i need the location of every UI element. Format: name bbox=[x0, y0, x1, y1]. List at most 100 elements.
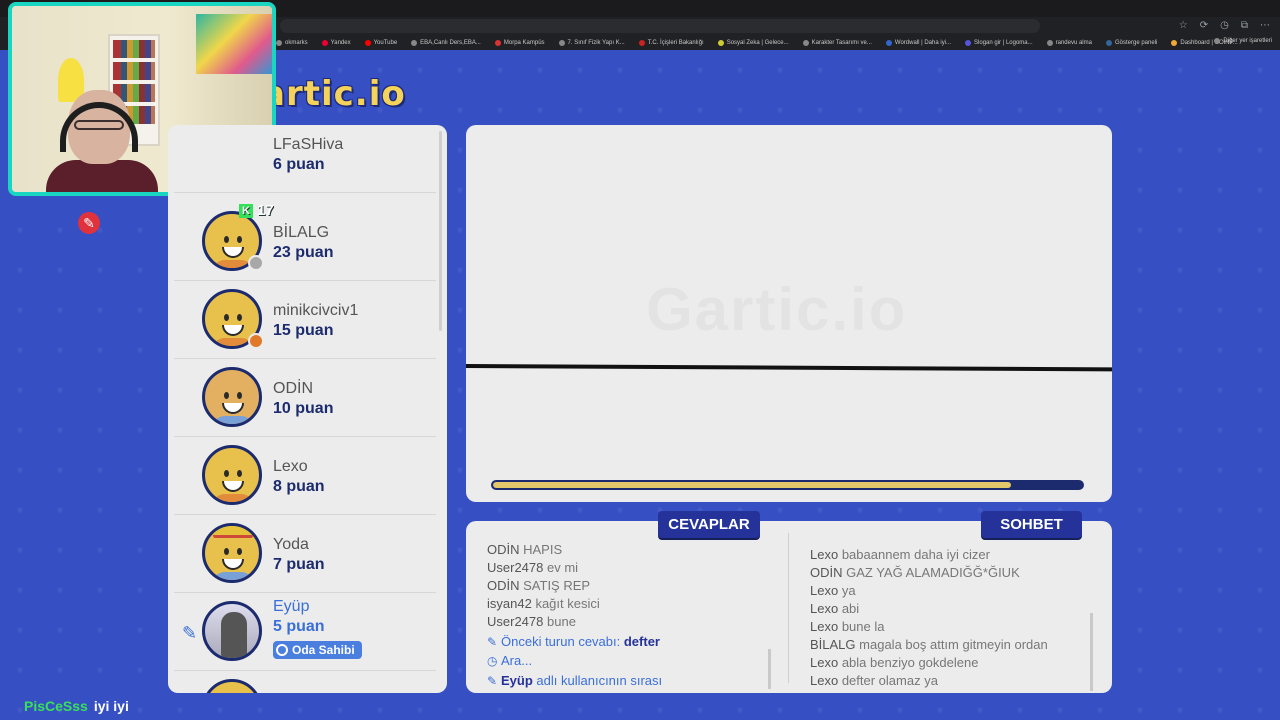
avatar-eye bbox=[224, 548, 229, 555]
shelf-row bbox=[113, 62, 155, 80]
panel-divider bbox=[788, 533, 789, 683]
streamer-body bbox=[46, 160, 158, 192]
bookmark[interactable]: Sosyal Zeka | Gelece... bbox=[717, 40, 789, 46]
shelf-row bbox=[113, 40, 155, 58]
chat-message: ODİN GAZ YAĞ ALAMADIĞĞ*ĞIUK bbox=[810, 565, 1020, 580]
chat-message: Lexo bune la bbox=[810, 619, 885, 634]
pencil-badge-icon: ✎ bbox=[78, 212, 100, 234]
chat-message: BİLALG magala boş attım gitmeyin ordan bbox=[810, 637, 1048, 652]
answers-chat-panel: ODİN HAPIS User2478 ev mi ODİN SATIŞ REP… bbox=[466, 521, 1112, 693]
refresh-icon[interactable]: ⟳ bbox=[1200, 20, 1208, 31]
avatar-mouth bbox=[222, 559, 244, 570]
player-score: 23 puan bbox=[273, 244, 334, 261]
drawn-line bbox=[466, 364, 1112, 372]
webcam-poster bbox=[196, 14, 272, 74]
player-row[interactable]: ODİN 10 puan bbox=[174, 359, 436, 437]
bookmark-icon bbox=[802, 40, 809, 46]
other-bookmarks[interactable]: Diğer yer işaretleri bbox=[1214, 38, 1272, 44]
avatar-shirt bbox=[211, 416, 255, 424]
avatar-eye bbox=[224, 392, 229, 399]
player-row[interactable]: Yoda 7 puan bbox=[174, 515, 436, 593]
bookmark[interactable]: randevu alma bbox=[1046, 40, 1092, 46]
pencil-icon: ✎ bbox=[487, 635, 498, 649]
avatar-eye bbox=[237, 236, 242, 243]
avatar-mouth bbox=[222, 247, 244, 258]
player-score: 10 puan bbox=[273, 400, 334, 417]
bookmark[interactable]: Morpa Kampüs bbox=[494, 40, 545, 46]
player-name: Eyüp bbox=[273, 598, 310, 615]
drawing-canvas[interactable]: Gartic.io bbox=[466, 125, 1112, 502]
player-row[interactable]: BİLALG 23 puan bbox=[174, 203, 436, 281]
player-avatar bbox=[202, 679, 262, 693]
combo-count: 17 bbox=[257, 202, 274, 219]
answers-scrollbar[interactable] bbox=[768, 649, 771, 689]
player-row-drawing[interactable]: ✎ Eyüp 5 puan Oda Sahibi bbox=[174, 593, 436, 671]
answer-item: User2478 bune bbox=[487, 614, 576, 629]
chat-message: Lexo babaannem daha iyi cizer bbox=[810, 547, 990, 562]
player-avatar bbox=[202, 445, 262, 505]
avatar-eye bbox=[237, 548, 242, 555]
chat-message: Lexo abla benziyo gokdelene bbox=[810, 655, 979, 670]
player-row[interactable] bbox=[174, 671, 436, 693]
player-row[interactable]: minikcivciv1 15 puan bbox=[174, 281, 436, 359]
avatar-shirt bbox=[211, 494, 255, 502]
player-name: Lexo bbox=[273, 458, 308, 475]
player-name: BİLALG bbox=[273, 224, 330, 241]
avatar-photo-figure bbox=[221, 612, 247, 658]
room-owner-badge: Oda Sahibi bbox=[273, 641, 362, 659]
tab-chat[interactable]: SOHBET bbox=[981, 511, 1082, 538]
status-dot bbox=[248, 333, 264, 349]
player-row[interactable]: Lexo 8 puan bbox=[174, 437, 436, 515]
bookmark[interactable]: Slogan gir | Logoma... bbox=[965, 40, 1033, 46]
player-row[interactable]: LFaSHiva 6 puan bbox=[174, 125, 436, 193]
bookmark[interactable]: 7. Sınıf Fizik Yapı K... bbox=[558, 40, 625, 46]
address-bar[interactable] bbox=[280, 19, 1040, 33]
canvas-watermark: Gartic.io bbox=[646, 275, 907, 344]
chat-scrollbar[interactable] bbox=[1090, 613, 1093, 691]
bookmark[interactable]: EBA,Canlı Ders,EBA... bbox=[411, 40, 481, 46]
stream-chat-text: iyi iyi bbox=[93, 698, 129, 714]
bookmark-icon bbox=[638, 40, 645, 46]
menu-icon[interactable]: ⋯ bbox=[1260, 20, 1270, 31]
tab-answers[interactable]: CEVAPLAR bbox=[658, 511, 760, 538]
avatar-eye bbox=[224, 314, 229, 321]
history-icon[interactable]: ◷ bbox=[1220, 20, 1229, 31]
player-avatar bbox=[202, 367, 262, 427]
player-name: ODİN bbox=[273, 380, 313, 397]
clock-icon: ◷ bbox=[487, 654, 498, 668]
avatar-eye bbox=[237, 314, 242, 321]
chat-message: Lexo abi bbox=[810, 601, 860, 616]
avatar-mouth bbox=[222, 325, 244, 336]
site-logo[interactable]: artic.io bbox=[262, 74, 406, 114]
toolbar-icons: ☆ ⟳ ◷ ⧉ ⋯ bbox=[1179, 20, 1270, 31]
stream-chat-message: PisCeSss iyi iyi bbox=[24, 698, 129, 714]
bookmark[interactable]: Gösterge paneli bbox=[1105, 40, 1157, 46]
player-score: 7 puan bbox=[273, 556, 325, 573]
break-notice: ◷ Ara... bbox=[487, 653, 533, 668]
bookmark-icon bbox=[364, 40, 371, 46]
bookmark-icon bbox=[1046, 40, 1053, 46]
bookmark-icon bbox=[321, 40, 328, 46]
answer-item: ODİN SATIŞ REP bbox=[487, 578, 591, 593]
answer-item: isyan42 kağıt kesici bbox=[487, 596, 600, 611]
bookmark[interactable]: Karakter Tasarımı ve... bbox=[802, 40, 872, 46]
avatar-eye bbox=[224, 470, 229, 477]
turn-notice: ✎ Eyüp adlı kullanıcının sırası bbox=[487, 673, 663, 688]
bookmark[interactable]: YouTube bbox=[364, 40, 397, 46]
timer-fill bbox=[493, 482, 1012, 488]
streamer bbox=[46, 90, 158, 192]
bookmark[interactable]: Wordwall | Daha iyi... bbox=[885, 40, 951, 46]
bookmark-icon bbox=[558, 40, 565, 46]
avatar-eye bbox=[237, 470, 242, 477]
player-name: LFaSHiva bbox=[273, 136, 344, 153]
player-avatar-photo bbox=[202, 601, 262, 661]
players-scrollbar[interactable] bbox=[439, 131, 442, 331]
bookmark[interactable]: T.C. İçişleri Bakanlığı bbox=[638, 40, 704, 46]
bookmark[interactable]: Yandex bbox=[321, 40, 351, 46]
extensions-icon[interactable]: ⧉ bbox=[1241, 20, 1248, 31]
answer-item: User2478 ev mi bbox=[487, 560, 579, 575]
star-icon[interactable]: ☆ bbox=[1179, 20, 1188, 31]
bookmark[interactable]: okmarks bbox=[276, 40, 308, 46]
avatar-mouth bbox=[222, 403, 244, 414]
avatar-shirt bbox=[211, 572, 255, 580]
